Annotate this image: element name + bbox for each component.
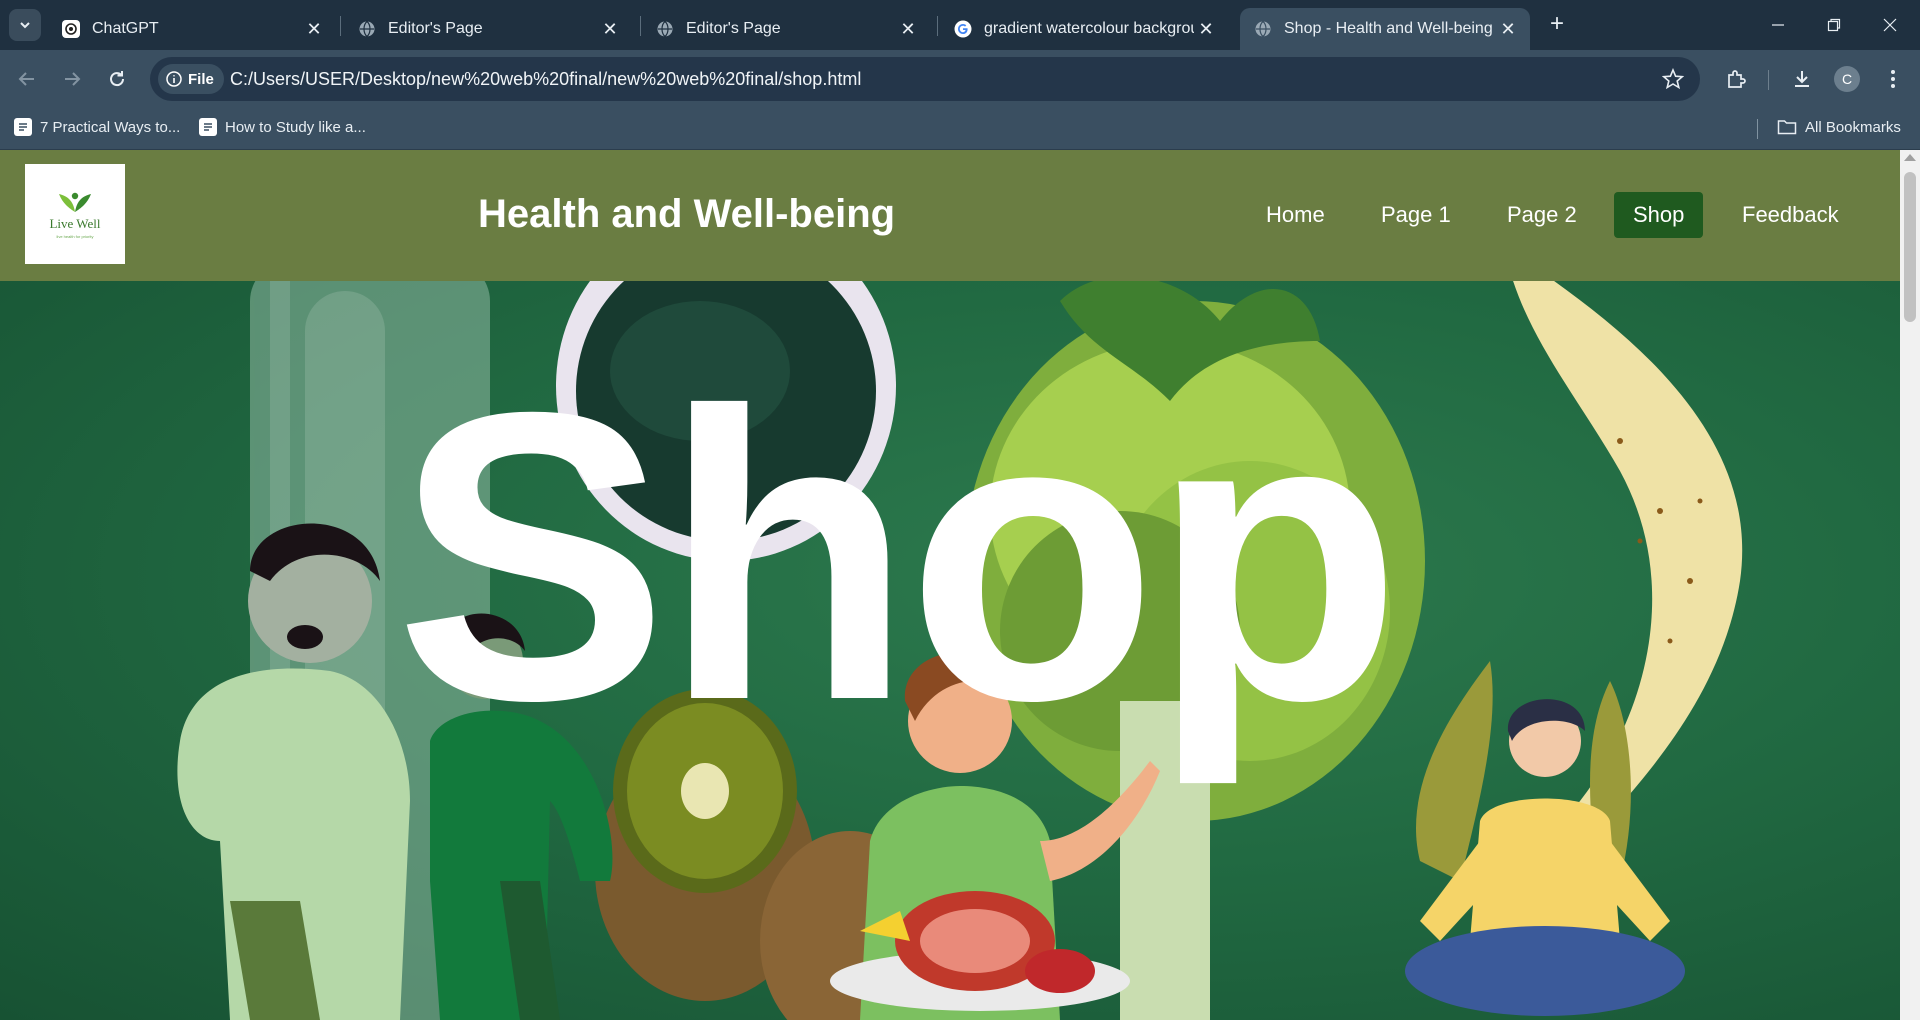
tab-google-search[interactable]: gradient watercolour backgrour ✕ xyxy=(940,8,1228,50)
nav-feedback[interactable]: Feedback xyxy=(1723,192,1858,238)
site-info-chip[interactable]: File xyxy=(158,64,224,94)
puzzle-icon xyxy=(1728,70,1746,88)
tab-chatgpt[interactable]: ChatGPT ✕ xyxy=(48,8,336,50)
close-icon[interactable]: ✕ xyxy=(1496,17,1520,41)
file-label: File xyxy=(188,70,214,88)
tab-divider xyxy=(640,16,641,36)
tab-editors-page-1[interactable]: Editor's Page ✕ xyxy=(344,8,632,50)
new-tab-button[interactable]: + xyxy=(1543,10,1571,38)
arrow-left-icon xyxy=(18,72,34,86)
close-icon[interactable]: ✕ xyxy=(598,17,622,41)
tab-shop-active[interactable]: Shop - Health and Well-being ✕ xyxy=(1240,8,1530,50)
nav-shop[interactable]: Shop xyxy=(1614,192,1704,238)
google-icon xyxy=(954,20,972,38)
chevron-down-icon xyxy=(20,22,30,29)
bookmark-item[interactable]: How to Study like a... xyxy=(199,118,366,136)
browser-tab-strip: ChatGPT ✕ Editor's Page ✕ Editor's Page … xyxy=(0,0,1920,50)
more-vertical-icon xyxy=(1891,70,1895,88)
profile-avatar[interactable]: C xyxy=(1834,66,1860,92)
close-icon[interactable]: ✕ xyxy=(896,17,920,41)
close-icon xyxy=(1883,18,1897,32)
arrow-right-icon xyxy=(65,72,81,86)
back-button[interactable] xyxy=(11,63,43,95)
address-bar[interactable]: File C:/Users/USER/Desktop/new%20web%20f… xyxy=(150,57,1700,101)
tab-title: Shop - Health and Well-being xyxy=(1284,20,1493,37)
tab-title: Editor's Page xyxy=(388,20,483,37)
logo-text: Live Well xyxy=(49,215,101,231)
nav-page-2[interactable]: Page 2 xyxy=(1488,192,1596,238)
notes-icon xyxy=(14,118,32,136)
scroll-up-arrow[interactable] xyxy=(1904,154,1916,161)
site-header: Live Well live health for priority Healt… xyxy=(0,150,1900,281)
forward-button[interactable] xyxy=(56,63,88,95)
toolbar-divider xyxy=(1768,70,1769,90)
nav-home[interactable]: Home xyxy=(1247,192,1344,238)
web-page: Live Well live health for priority Healt… xyxy=(0,150,1900,1020)
nav-page-1[interactable]: Page 1 xyxy=(1362,192,1470,238)
tab-search-button[interactable] xyxy=(9,9,41,41)
scroll-thumb[interactable] xyxy=(1904,172,1916,322)
bookmark-label: 7 Practical Ways to... xyxy=(40,118,181,136)
leaf-person-icon xyxy=(59,192,91,212)
site-logo[interactable]: Live Well live health for priority xyxy=(25,164,125,264)
chatgpt-icon xyxy=(62,20,80,38)
globe-icon xyxy=(656,20,674,38)
info-icon xyxy=(166,71,182,87)
logo-tagline: live health for priority xyxy=(56,233,94,239)
bookmark-star-icon[interactable] xyxy=(1662,68,1684,90)
bookmark-item[interactable]: 7 Practical Ways to... xyxy=(14,118,180,136)
minimize-button[interactable] xyxy=(1750,0,1806,50)
tab-title: gradient watercolour backgrour xyxy=(984,20,1194,37)
hero-banner: Shop xyxy=(0,281,1900,1020)
tab-divider xyxy=(937,16,938,36)
tab-title: ChatGPT xyxy=(92,20,159,37)
url-text[interactable]: C:/Users/USER/Desktop/new%20web%20final/… xyxy=(230,69,861,90)
extensions-button[interactable] xyxy=(1721,64,1751,94)
bookmarks-bar: 7 Practical Ways to... How to Study like… xyxy=(0,108,1920,150)
page-scrollbar[interactable] xyxy=(1900,150,1920,1020)
tab-title: Editor's Page xyxy=(686,20,781,37)
download-icon xyxy=(1795,71,1809,87)
browser-menu-button[interactable] xyxy=(1878,64,1908,94)
restore-icon xyxy=(1827,18,1841,32)
downloads-button[interactable] xyxy=(1787,64,1817,94)
reload-button[interactable] xyxy=(101,63,133,95)
tab-editors-page-2[interactable]: Editor's Page ✕ xyxy=(642,8,930,50)
close-window-button[interactable] xyxy=(1862,0,1918,50)
restore-button[interactable] xyxy=(1806,0,1862,50)
folder-icon xyxy=(1777,120,1797,135)
browser-toolbar: File C:/Users/USER/Desktop/new%20web%20f… xyxy=(0,50,1920,108)
bookmarks-divider xyxy=(1757,119,1758,139)
notes-icon xyxy=(199,118,217,136)
minimize-icon xyxy=(1772,24,1784,26)
all-bookmarks-label: All Bookmarks xyxy=(1805,118,1901,136)
hero-heading: Shop xyxy=(395,327,1402,785)
bookmark-label: How to Study like a... xyxy=(225,118,366,136)
close-icon[interactable]: ✕ xyxy=(302,17,326,41)
close-icon[interactable]: ✕ xyxy=(1194,17,1218,41)
all-bookmarks-button[interactable]: All Bookmarks xyxy=(1777,118,1901,136)
globe-icon xyxy=(358,20,376,38)
reload-icon xyxy=(110,71,125,87)
site-title: Health and Well-being xyxy=(478,192,896,236)
globe-icon xyxy=(1254,20,1272,38)
tab-divider xyxy=(340,16,341,36)
